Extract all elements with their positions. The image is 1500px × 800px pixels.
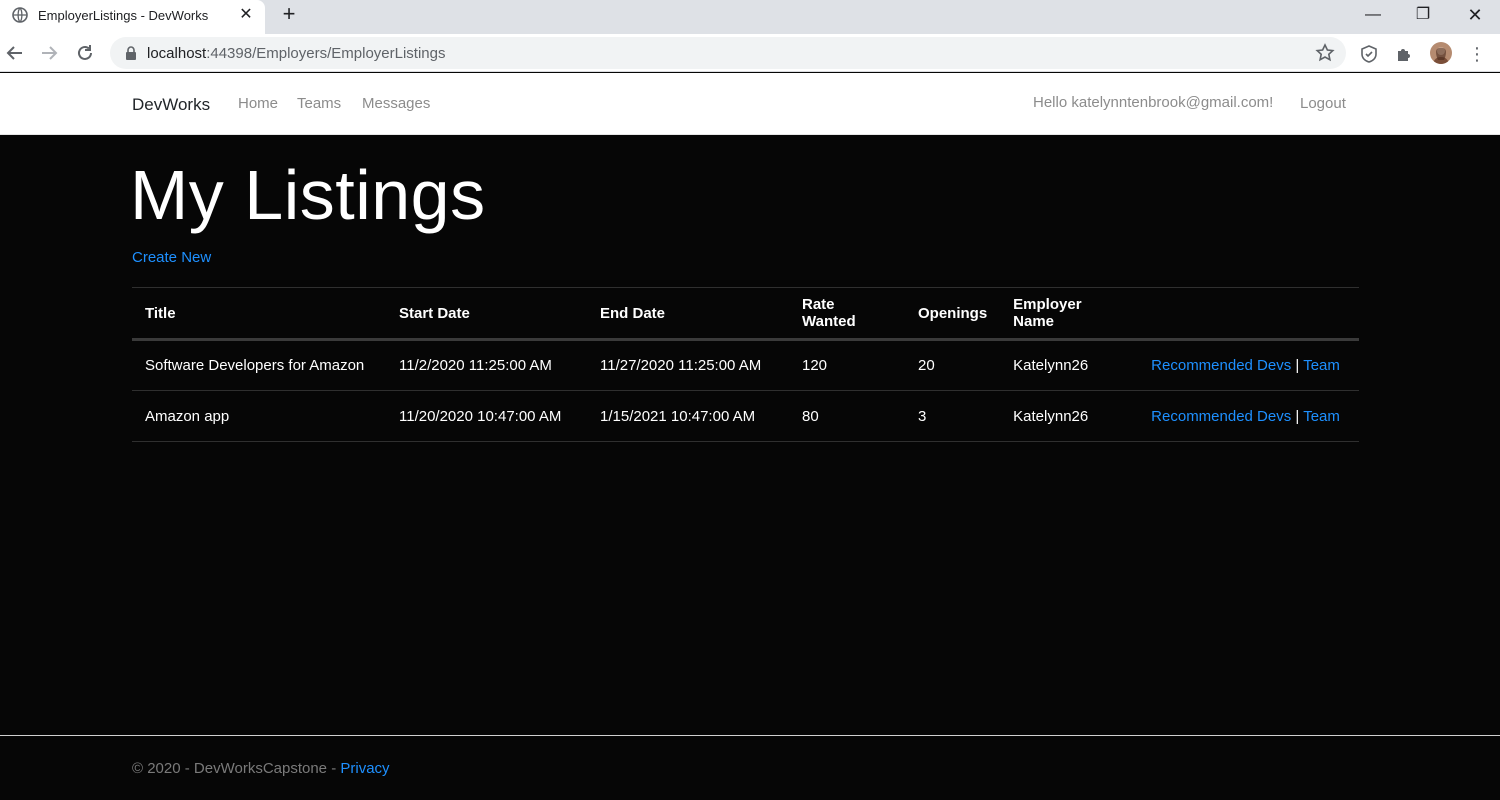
header-openings: Openings [905,287,1001,341]
header-rate-wanted: Rate Wanted [789,287,905,341]
header-start-date: Start Date [386,287,587,341]
new-tab-icon[interactable]: + [278,3,300,25]
header-employer-name: Employer Name [1000,287,1139,341]
nav-link-home[interactable]: Home [238,95,278,112]
recommended-devs-link[interactable]: Recommended Devs [1151,408,1291,425]
cell-title: Software Developers for Amazon [132,339,386,391]
cell-actions: Recommended Devs | Team [1138,390,1359,442]
logout-link[interactable]: Logout [1300,95,1346,112]
recommended-devs-link[interactable]: Recommended Devs [1151,357,1291,374]
url-path: :44398/Employers/EmployerListings [206,45,446,62]
brand-link[interactable]: DevWorks [132,95,210,115]
header-end-date: End Date [587,287,789,341]
site-navbar: DevWorks Home Teams Messages Hello katel… [0,73,1500,135]
cell-employer: Katelynn26 [1000,390,1139,442]
table-row: Amazon app 11/20/2020 10:47:00 AM 1/15/2… [132,390,1359,442]
cell-openings: 20 [905,339,1001,391]
cell-employer: Katelynn26 [1000,339,1139,391]
tab-title: EmployerListings - DevWorks [38,8,209,23]
browser-tabstrip: EmployerListings - DevWorks ✕ + — ❐ ✕ [0,0,1500,34]
nav-link-messages[interactable]: Messages [362,95,430,112]
back-arrow-icon[interactable] [3,41,27,65]
link-separator: | [1295,407,1300,425]
window-close-icon[interactable]: ✕ [1450,0,1500,34]
header-title: Title [132,287,386,341]
user-greeting-link[interactable]: Hello katelynntenbrook@gmail.com! [1033,94,1273,111]
browser-menu-icon[interactable]: ⋮ [1468,43,1486,65]
header-actions [1138,287,1359,341]
bookmark-star-icon[interactable] [1315,43,1335,63]
create-new-link[interactable]: Create New [132,249,211,266]
nav-link-teams[interactable]: Teams [297,95,341,112]
shield-extension-icon[interactable] [1358,43,1380,65]
restore-icon[interactable]: ❐ [1398,0,1448,34]
browser-tab[interactable]: EmployerListings - DevWorks ✕ [0,0,265,34]
privacy-link[interactable]: Privacy [340,760,389,777]
close-tab-icon[interactable]: ✕ [236,5,256,25]
reload-icon[interactable] [73,41,97,65]
cell-rate: 120 [789,339,905,391]
link-separator: | [1295,357,1300,374]
footer-text: © 2020 - DevWorksCapstone - Privacy [132,760,390,777]
profile-avatar[interactable] [1430,42,1452,64]
copyright-text: © 2020 - DevWorksCapstone - [132,760,341,777]
table-header-row: Title Start Date End Date Rate Wanted Op… [132,287,1359,341]
url-text: localhost:44398/Employers/EmployerListin… [147,45,446,62]
browser-toolbar: localhost:44398/Employers/EmployerListin… [0,34,1500,72]
team-link[interactable]: Team [1303,357,1340,374]
page-title: My Listings [130,156,486,234]
listings-table: Title Start Date End Date Rate Wanted Op… [132,287,1359,442]
globe-icon [12,7,28,23]
address-bar[interactable]: localhost:44398/Employers/EmployerListin… [110,37,1346,69]
cell-actions: Recommended Devs | Team [1138,339,1359,391]
table-row: Software Developers for Amazon 11/2/2020… [132,339,1359,391]
cell-start-date: 11/2/2020 11:25:00 AM [386,339,587,391]
cell-rate: 80 [789,390,905,442]
cell-end-date: 11/27/2020 11:25:00 AM [587,339,789,391]
lock-icon [126,46,136,60]
url-host: localhost [147,45,207,62]
team-link[interactable]: Team [1303,408,1340,425]
forward-arrow-icon[interactable] [37,41,61,65]
site-footer: © 2020 - DevWorksCapstone - Privacy [0,735,1500,800]
cell-openings: 3 [905,390,1001,442]
cell-start-date: 11/20/2020 10:47:00 AM [386,390,587,442]
cell-end-date: 1/15/2021 10:47:00 AM [587,390,789,442]
puzzle-extensions-icon[interactable] [1393,43,1415,65]
minimize-icon[interactable]: — [1348,0,1398,34]
cell-title: Amazon app [132,390,386,442]
